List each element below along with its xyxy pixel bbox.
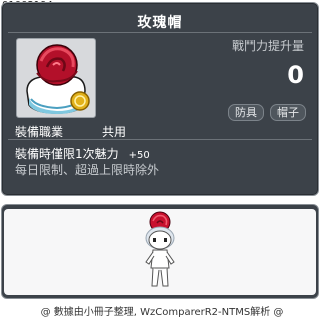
- tag-hat: 帽子: [270, 104, 306, 121]
- character-preview-stage: [4, 209, 316, 295]
- limit-text: 每日限制、超過上限時除外: [15, 163, 160, 177]
- rose-hat-icon: [26, 44, 90, 114]
- job-value: 共用: [102, 125, 127, 139]
- attack-increase-label: 戰鬥力提升量: [231, 39, 304, 53]
- attack-increase-value: 0: [287, 61, 304, 89]
- character-preview-icon: [145, 211, 175, 287]
- job-label: 裝備職業: [15, 125, 64, 139]
- stats-divider: [8, 139, 312, 140]
- credit-footer: @ 數據由小冊子整理, WzComparerR2-NTMS解析 @: [40, 307, 284, 318]
- character-preview-panel: [1, 204, 319, 299]
- effect-line: 裝備時僅限1次魅力 +50: [15, 145, 150, 162]
- tag-armor: 防具: [228, 104, 264, 121]
- title-divider: [8, 32, 312, 33]
- item-tooltip-panel: 玫瑰帽 戰鬥力提升量 0 防具 帽子 裝備職業 共用 裝備時僅限1次魅力 +50 …: [1, 2, 319, 196]
- effect-bonus: +50: [128, 150, 150, 161]
- item-title: 玫瑰帽: [137, 15, 183, 31]
- effect-text: 裝備時僅限1次魅力: [15, 147, 119, 161]
- item-icon-frame: [16, 38, 96, 118]
